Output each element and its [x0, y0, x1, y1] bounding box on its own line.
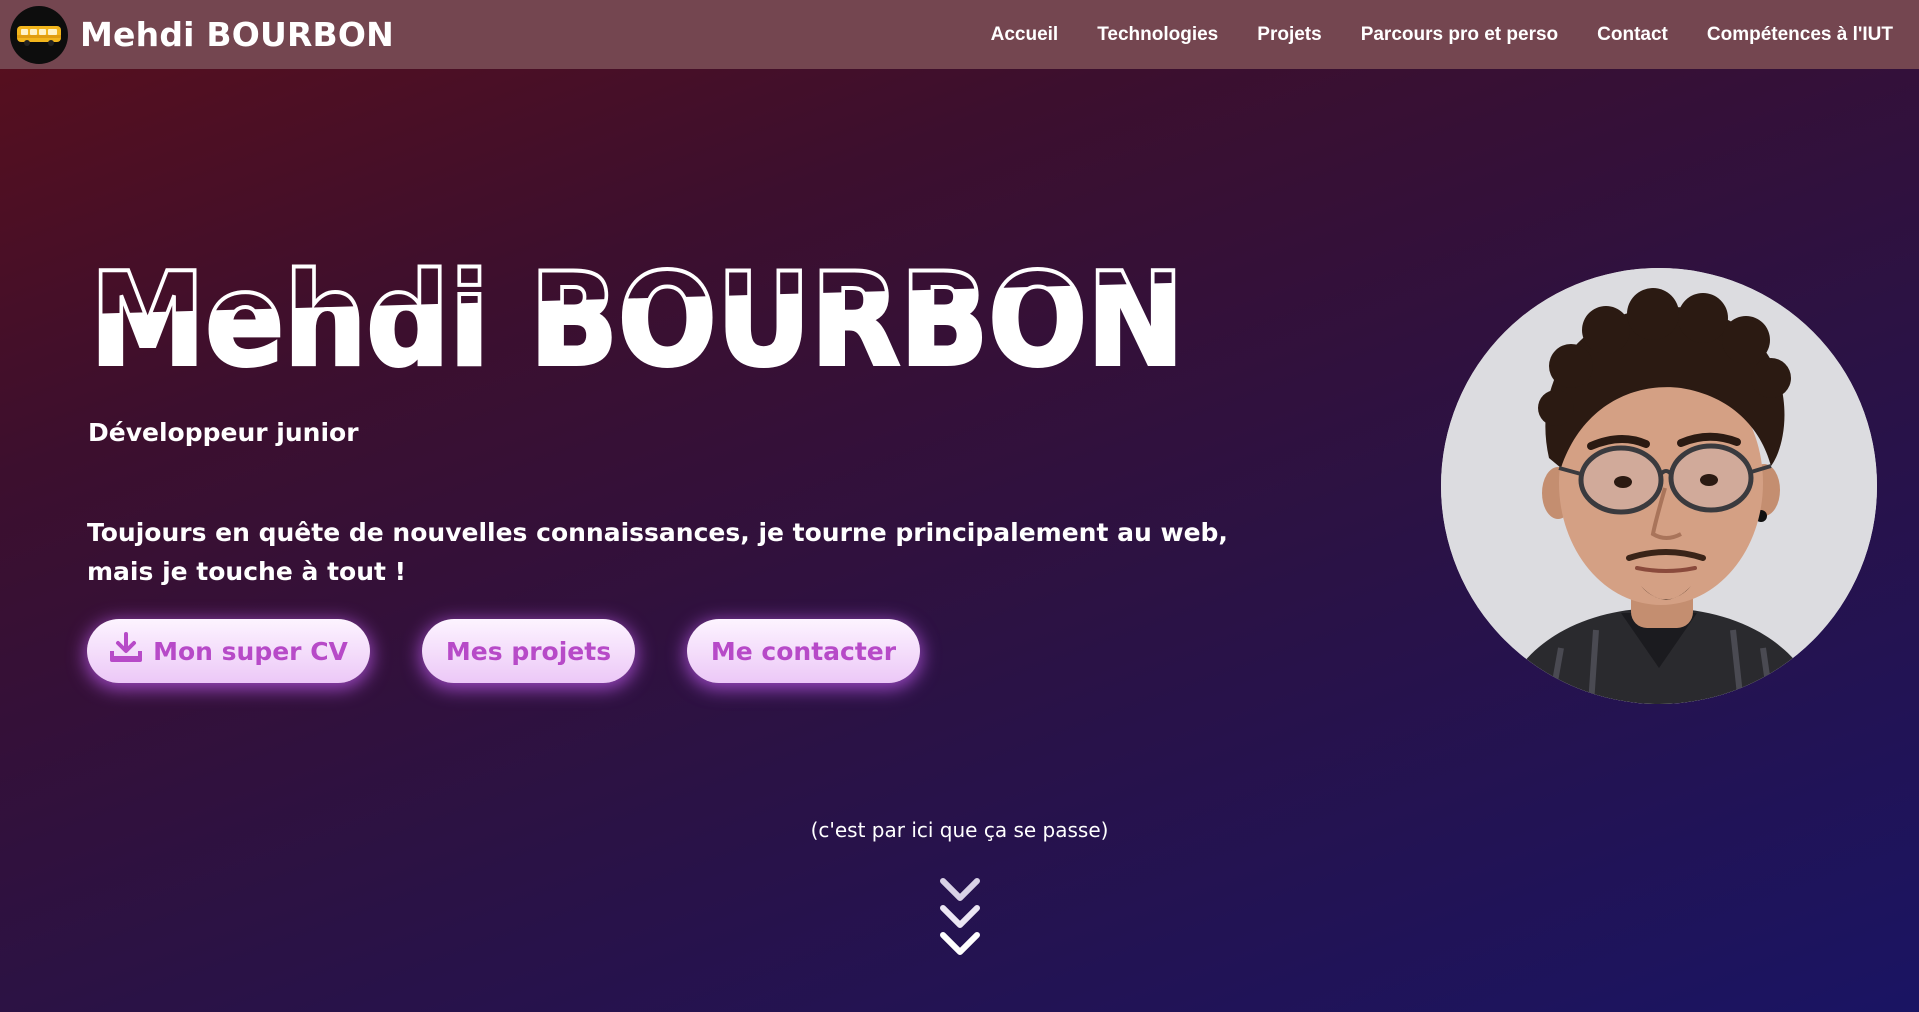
nav-link-competences[interactable]: Compétences à l'IUT [1707, 24, 1893, 46]
nav-link-accueil[interactable]: Accueil [991, 24, 1059, 46]
download-cv-button[interactable]: Mon super CV [87, 619, 370, 683]
download-cv-label: Mon super CV [153, 636, 348, 666]
hero-title: Mehdi BOURBON Mehdi BOURBON [86, 252, 1206, 382]
scroll-hint: (c'est par ici que ça se passe) [810, 818, 1109, 842]
nav-link-parcours[interactable]: Parcours pro et perso [1361, 24, 1558, 46]
download-icon [109, 632, 143, 670]
hero-subtitle: Développeur junior [88, 418, 359, 447]
nav-link-technologies[interactable]: Technologies [1097, 24, 1218, 46]
navbar: Mehdi BOURBON Accueil Technologies Proje… [0, 0, 1919, 69]
chevrons-down-icon[interactable] [940, 876, 980, 962]
projects-button[interactable]: Mes projets [422, 619, 635, 683]
brand-home-link[interactable]: Mehdi BOURBON [10, 5, 394, 64]
contact-button-label: Me contacter [710, 636, 897, 666]
bus-logo-icon [10, 5, 68, 64]
hero-tagline: Toujours en quête de nouvelles connaissa… [87, 518, 1228, 586]
nav-link-contact[interactable]: Contact [1597, 24, 1668, 46]
nav-link-projets[interactable]: Projets [1257, 24, 1321, 46]
profile-photo [1441, 268, 1877, 704]
main-nav: Accueil Technologies Projets Parcours pr… [991, 24, 1893, 46]
projects-button-label: Mes projets [445, 636, 612, 666]
contact-button[interactable]: Me contacter [687, 619, 920, 683]
brand-name: Mehdi BOURBON [80, 15, 394, 54]
